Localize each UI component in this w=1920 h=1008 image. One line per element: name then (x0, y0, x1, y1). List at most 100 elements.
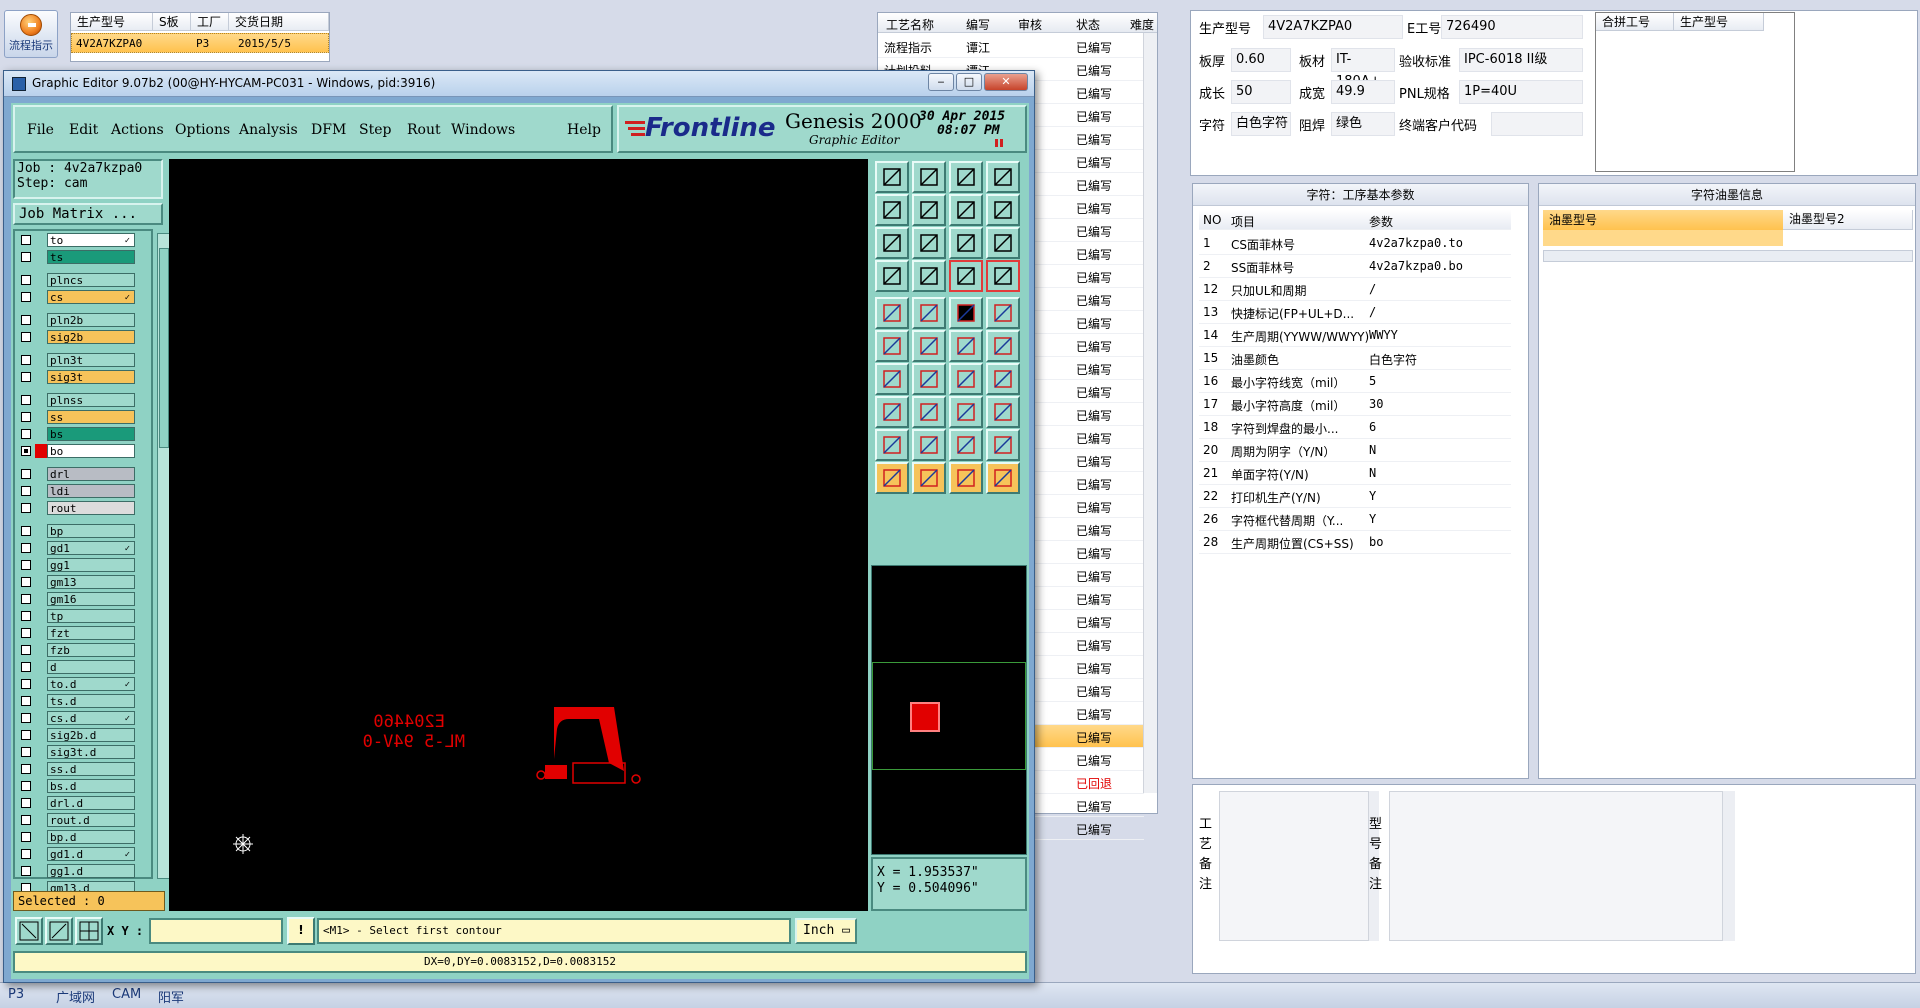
layer-row[interactable]: cs.d ✓ (17, 711, 137, 725)
table-row[interactable]: 14 生产周期(YYWW/WWYY) WWYY (1199, 324, 1511, 347)
layer-row[interactable]: gm13 (17, 575, 137, 589)
menu-file[interactable]: File (27, 122, 54, 138)
menu-windows[interactable]: Windows (451, 122, 515, 138)
layer-name[interactable]: gm13 (47, 575, 135, 589)
layer-name[interactable]: bp (47, 524, 135, 538)
table-row[interactable]: 21 单面字符(Y/N) N (1199, 462, 1511, 485)
model-remark-field[interactable] (1389, 791, 1723, 941)
window-titlebar[interactable]: Graphic Editor 9.07b2 (00@HY-HYCAM-PC031… (4, 71, 1034, 97)
measure-icon[interactable] (45, 917, 73, 945)
layer-name[interactable]: rout (47, 501, 135, 515)
shape-c-icon[interactable] (986, 429, 1020, 461)
layer-row[interactable]: gg1 (17, 558, 137, 572)
flow-guide-button[interactable]: 流程指示 (4, 10, 58, 58)
select-add-icon[interactable] (912, 462, 946, 494)
layer-name[interactable]: sig3t (47, 370, 135, 384)
layer-row[interactable]: d (17, 660, 137, 674)
menu-step[interactable]: Step (359, 122, 391, 138)
layer-name[interactable]: pln2b (47, 313, 135, 327)
taskbar-user[interactable]: 阳军 (158, 987, 184, 1006)
layer-checkbox[interactable] (21, 747, 31, 757)
scale-icon[interactable] (949, 227, 983, 259)
close-button[interactable]: ✕ (984, 73, 1028, 91)
layer-checkbox[interactable] (21, 526, 31, 536)
layer-row[interactable]: pln3t (17, 353, 137, 367)
layer-row[interactable]: plnss (17, 393, 137, 407)
home-view-icon[interactable] (949, 161, 983, 193)
menu-edit[interactable]: Edit (69, 122, 98, 138)
layer-checkbox[interactable] (21, 849, 31, 859)
layer-name[interactable]: cs.d ✓ (47, 711, 135, 725)
table-row[interactable]: 22 打印机生产(Y/N) Y (1199, 485, 1511, 508)
center-icon[interactable] (912, 227, 946, 259)
menu-actions[interactable]: Actions (111, 122, 164, 138)
menu-help[interactable]: Help (567, 122, 601, 138)
pan-right-icon[interactable] (912, 194, 946, 226)
layer-row[interactable]: to.d ✓ (17, 677, 137, 691)
layer-name[interactable]: drl.d (47, 796, 135, 810)
pan-left-icon[interactable] (875, 194, 909, 226)
layer-row[interactable]: sig2b (17, 330, 137, 344)
table-row[interactable]: 13 快捷标记(FP+UL+D... / (1199, 301, 1511, 324)
table-row[interactable]: 1 CS面菲林号 4v2a7kzpa0.to (1199, 232, 1511, 255)
zoom-home-icon[interactable] (875, 161, 909, 193)
move-point-icon[interactable] (949, 330, 983, 362)
layer-name[interactable]: sig2b (47, 330, 135, 344)
triangle-icon[interactable] (875, 429, 909, 461)
table-row[interactable]: 12 只加UL和周期 / (1199, 278, 1511, 301)
layer-checkbox[interactable] (21, 679, 31, 689)
layer-settings-icon[interactable] (875, 260, 909, 292)
zoom-fit-icon[interactable] (949, 194, 983, 226)
window-layout-icon[interactable] (986, 161, 1020, 193)
pause-icon[interactable] (995, 139, 1003, 147)
snap-icon[interactable] (986, 194, 1020, 226)
layer-checkbox[interactable] (21, 275, 31, 285)
layer-row[interactable]: tp (17, 609, 137, 623)
select-remove-icon[interactable] (949, 462, 983, 494)
layer-checkbox[interactable] (21, 696, 31, 706)
layer-checkbox[interactable] (21, 252, 31, 262)
layer-name[interactable]: sig2b.d (47, 728, 135, 742)
layer-name[interactable]: plncs (47, 273, 135, 287)
layer-checkbox[interactable] (21, 764, 31, 774)
layer-checkbox[interactable] (21, 611, 31, 621)
layer-checkbox[interactable] (21, 798, 31, 808)
layer-row[interactable]: ts (17, 250, 137, 264)
layer-name[interactable]: bp.d (47, 830, 135, 844)
layer-row[interactable]: bs.d (17, 779, 137, 793)
component-icon[interactable] (986, 396, 1020, 428)
move-select-icon[interactable] (986, 462, 1020, 494)
xy-input[interactable] (149, 918, 283, 944)
layer-name[interactable]: gd1.d ✓ (47, 847, 135, 861)
grid-icon[interactable] (75, 917, 103, 945)
layer-row[interactable]: rout (17, 501, 137, 515)
layer-row[interactable]: ts.d (17, 694, 137, 708)
table-row[interactable]: 流程指示 谭江 已编写 (878, 35, 1144, 58)
layer-checkbox[interactable] (21, 469, 31, 479)
customer-value[interactable] (1491, 112, 1583, 136)
layer-name[interactable]: ts (47, 250, 135, 264)
measure-ruler-icon[interactable] (949, 297, 983, 329)
align-icon[interactable] (949, 396, 983, 428)
layer-row[interactable]: fzt (17, 626, 137, 640)
layer-name[interactable]: to ✓ (47, 233, 135, 247)
table-row[interactable]: 2 SS面菲林号 4v2a7kzpa0.bo (1199, 255, 1511, 278)
layer-name[interactable]: ldi (47, 484, 135, 498)
layer-row[interactable]: to ✓ (17, 233, 137, 247)
layer-name[interactable]: drl (47, 467, 135, 481)
layer-checkbox[interactable] (21, 486, 31, 496)
overview-window[interactable] (872, 662, 1026, 770)
maximize-button[interactable]: □ (956, 73, 982, 91)
layer-name[interactable]: ss (47, 410, 135, 424)
process-scrollbar[interactable] (1143, 33, 1157, 793)
units-selector[interactable]: Inch ▭ (795, 918, 857, 944)
layer-row[interactable]: cs ✓ (17, 290, 137, 304)
layer-checkbox[interactable] (21, 866, 31, 876)
layer-row[interactable]: gd1 ✓ (17, 541, 137, 555)
layer-checkbox[interactable] (21, 429, 31, 439)
job-matrix-button[interactable]: Job Matrix ... (13, 203, 163, 225)
layer-checkbox[interactable] (21, 446, 31, 456)
layer-name[interactable]: sig3t.d (47, 745, 135, 759)
edit-line-icon[interactable] (912, 363, 946, 395)
grid-icon[interactable] (912, 260, 946, 292)
